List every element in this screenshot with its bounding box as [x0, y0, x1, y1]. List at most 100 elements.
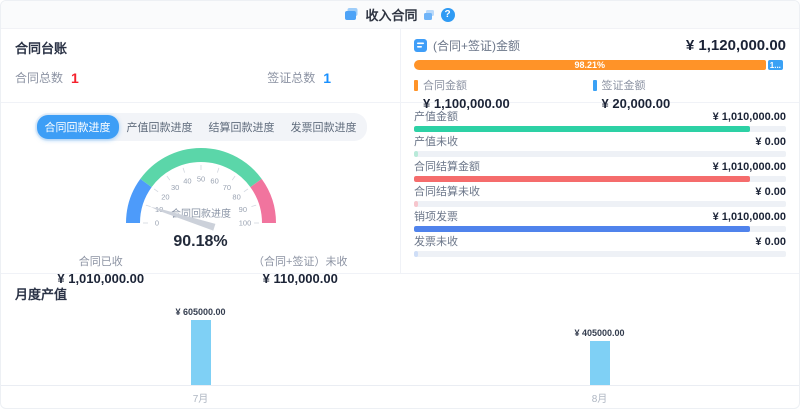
- stat-row-6: 发票未收 ¥ 0.00: [414, 236, 786, 257]
- bar: [590, 341, 610, 385]
- gauge-tick-label: 70: [222, 183, 230, 192]
- gauge-segment-1: [133, 183, 146, 223]
- stat-bar-fill: [414, 176, 750, 182]
- summary-total: ¥ 1,120,000.00: [686, 37, 786, 54]
- gauge-tick: [154, 189, 158, 192]
- legend-label: 签证金额: [602, 77, 646, 93]
- stat-value: ¥ 0.00: [755, 236, 786, 248]
- stat-label: 合同结算金额: [414, 161, 480, 173]
- stat-value: ¥ 0.00: [755, 186, 786, 198]
- gauge-tick-label: 20: [161, 193, 169, 202]
- ledger-stats: 合同总数 1 签证总数 1: [15, 69, 386, 86]
- received-label: 合同已收: [1, 253, 201, 269]
- tab-3[interactable]: 结算回款进度: [201, 115, 283, 139]
- stat-bar-track: [414, 176, 786, 182]
- stat-row-3: 合同结算金额 ¥ 1,010,000.00: [414, 161, 786, 182]
- tab-4[interactable]: 发票回款进度: [283, 115, 365, 139]
- page-title: 收入合同: [365, 5, 417, 24]
- stat-label: 产值未收: [414, 136, 458, 148]
- stat-label: 发票未收: [414, 236, 458, 248]
- contract-count-value: 1: [71, 70, 79, 86]
- gauge-chart: 0102030405060708090100合同回款进度: [86, 143, 316, 231]
- gauge-tick-label: 30: [170, 183, 178, 192]
- ledger-panel: 合同台账 合同总数 1 签证总数 1: [1, 29, 401, 102]
- contract-count-label: 合同总数: [15, 69, 63, 86]
- gauge-wrap: 0102030405060708090100合同回款进度: [86, 143, 316, 236]
- stat-bar-fill: [414, 151, 418, 157]
- help-icon[interactable]: ?: [441, 8, 455, 22]
- gauge-tick-label: 0: [154, 219, 158, 228]
- visa-count: 签证总数 1: [267, 69, 331, 86]
- stat-row-5: 销项发票 ¥ 1,010,000.00: [414, 211, 786, 232]
- stat-value: ¥ 1,010,000.00: [713, 161, 786, 173]
- legend-mark-blue: [593, 80, 597, 91]
- visa-count-label: 签证总数: [267, 69, 315, 86]
- gauge-tick: [145, 205, 150, 207]
- stat-value: ¥ 1,010,000.00: [713, 111, 786, 123]
- gauge-tick: [232, 176, 235, 180]
- stat-label: 产值金额: [414, 111, 458, 123]
- stat-row-4: 合同结算未收 ¥ 0.00: [414, 186, 786, 207]
- stat-bar-track: [414, 251, 786, 257]
- amount-doc-icon: [414, 39, 427, 52]
- bar-value-label: ¥ 405000.00: [574, 328, 624, 338]
- stacked-segment-2: 1...: [768, 60, 784, 70]
- gauge-tick: [243, 189, 247, 192]
- gauge-tick: [217, 168, 219, 173]
- gauge-tick-label: 90: [238, 205, 246, 214]
- top-row: 合同台账 合同总数 1 签证总数 1 (合同+签证)金额: [1, 29, 799, 103]
- gauge-tick: [251, 205, 256, 207]
- legend-mark-orange: [414, 80, 418, 91]
- contract-count: 合同总数 1: [15, 69, 267, 86]
- copy-icon: [424, 10, 435, 20]
- stat-bar-track: [414, 126, 786, 132]
- gauge-tick-label: 100: [238, 219, 251, 228]
- stat-bar-track: [414, 226, 786, 232]
- gauge-tick-label: 60: [210, 177, 218, 186]
- gauge-panel: 合同回款进度产值回款进度结算回款进度发票回款进度 010203040506070…: [1, 103, 401, 273]
- summary-head: (合同+签证)金额 ¥ 1,120,000.00: [414, 37, 786, 54]
- tab-1[interactable]: 合同回款进度: [37, 115, 119, 139]
- contract-files-icon: [345, 8, 359, 21]
- stat-bar-track: [414, 201, 786, 207]
- stacked-segment-1: 98.21%: [414, 60, 766, 70]
- bar-col-2: ¥ 405000.00: [400, 302, 799, 385]
- visa-count-value: 1: [323, 70, 331, 86]
- stat-bar-fill: [414, 226, 750, 232]
- income-contract-dashboard: 收入合同 ? 合同台账 合同总数 1 签证总数 1: [0, 0, 800, 409]
- amount-summary-panel: (合同+签证)金额 ¥ 1,120,000.00 98.21%1... 合同金额…: [401, 29, 799, 102]
- stat-bar-fill: [414, 201, 418, 207]
- stat-row-2: 产值未收 ¥ 0.00: [414, 136, 786, 157]
- stat-bar-track: [414, 151, 786, 157]
- tab-2[interactable]: 产值回款进度: [119, 115, 201, 139]
- gauge-tick-label: 40: [183, 177, 191, 186]
- summary-label: (合同+签证)金额: [433, 37, 520, 54]
- gauge-tick-label: 80: [232, 193, 240, 202]
- stat-value: ¥ 0.00: [755, 136, 786, 148]
- stat-bar-fill: [414, 251, 418, 257]
- stat-label: 销项发票: [414, 211, 458, 223]
- middle-row: 合同回款进度产值回款进度结算回款进度发票回款进度 010203040506070…: [1, 103, 799, 274]
- stat-rows-panel: 产值金额 ¥ 1,010,000.00 产值未收 ¥ 0.00 合同结算金额 ¥ 1,01…: [401, 103, 799, 273]
- stat-value: ¥ 1,010,000.00: [713, 211, 786, 223]
- bar-value-label: ¥ 605000.00: [175, 307, 225, 317]
- stat-row-1: 产值金额 ¥ 1,010,000.00: [414, 111, 786, 132]
- ledger-title: 合同台账: [15, 38, 386, 57]
- header: 收入合同 ?: [1, 1, 799, 29]
- x-axis-label: 7月: [1, 390, 400, 405]
- stat-bar-fill: [414, 126, 750, 132]
- monthly-bar-chart: ¥ 605000.00 ¥ 405000.00: [1, 302, 799, 386]
- gauge-tick: [183, 168, 185, 173]
- monthly-panel: 月度产值 ¥ 605000.00¥ 405000.00 7月8月: [1, 274, 799, 409]
- gauge-tick-label: 50: [196, 175, 204, 184]
- gauge-segment-3: [256, 183, 269, 223]
- unreceived-label: （合同+签证）未收: [201, 253, 401, 269]
- progress-tabs: 合同回款进度产值回款进度结算回款进度发票回款进度: [35, 113, 367, 141]
- bar-col-1: ¥ 605000.00: [1, 302, 400, 385]
- legend-label: 合同金额: [423, 77, 467, 93]
- monthly-title: 月度产值: [15, 284, 67, 303]
- bar: [191, 320, 211, 385]
- stat-label: 合同结算未收: [414, 186, 480, 198]
- gauge-tick: [166, 176, 169, 180]
- amount-stacked-bar: 98.21%1...: [414, 60, 786, 70]
